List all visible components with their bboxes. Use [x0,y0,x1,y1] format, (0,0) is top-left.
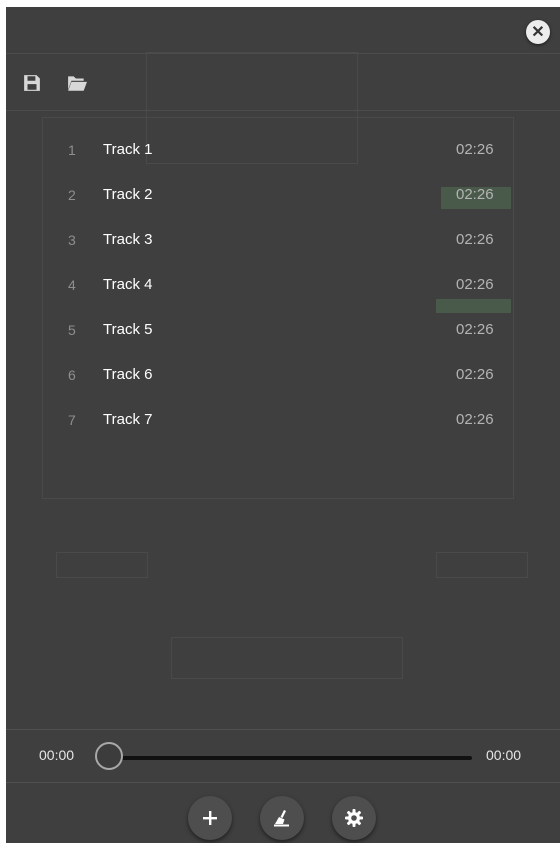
track-duration: 02:26 [456,366,494,383]
add-track-button[interactable] [188,796,232,840]
track-duration: 02:26 [456,321,494,338]
track-title: Track 4 [103,276,153,293]
current-time: 00:00 [39,747,75,763]
background-transport [171,637,403,679]
track-title: Track 5 [103,321,153,338]
track-row[interactable]: 1 Track 1 02:26 [6,134,560,170]
seek-handle[interactable] [95,742,123,770]
track-duration: 02:26 [456,276,494,293]
track-number: 3 [68,232,76,248]
track-number: 1 [68,142,76,158]
top-bar: ✕ [6,7,560,54]
track-duration: 02:26 [456,186,494,203]
track-duration: 02:26 [456,411,494,428]
track-title: Track 1 [103,141,153,158]
clear-playlist-button[interactable] [260,796,304,840]
close-icon: ✕ [531,24,545,41]
broom-icon [274,810,289,827]
playlist-toolbar [6,54,560,111]
plus-icon [203,811,217,825]
track-title: Track 6 [103,366,153,383]
track-title: Track 2 [103,186,153,203]
track-duration: 02:26 [456,141,494,158]
track-row[interactable]: 3 Track 3 02:26 [6,224,560,260]
track-number: 7 [68,412,76,428]
track-row[interactable]: 7 Track 7 02:26 [6,404,560,440]
save-icon [24,75,40,91]
close-button[interactable]: ✕ [526,20,550,44]
track-number: 4 [68,277,76,293]
track-duration: 02:26 [456,231,494,248]
settings-button[interactable] [332,796,376,840]
background-panel [42,117,514,499]
track-row[interactable]: 2 Track 2 02:26 [6,179,560,215]
gear-icon [345,809,363,827]
folder-open-icon [68,76,87,91]
total-time: 00:00 [486,747,522,763]
save-button[interactable] [23,74,43,94]
track-row[interactable]: 4 Track 4 02:26 [6,269,560,305]
track-number: 2 [68,187,76,203]
background-button [436,552,528,578]
open-button[interactable] [67,74,87,94]
track-number: 6 [68,367,76,383]
track-title: Track 3 [103,231,153,248]
playlist-panel: ✕ 1 Track 1 02:26 2 Track 2 02:26 3 Trac… [6,7,560,843]
background-button [56,552,148,578]
track-title: Track 7 [103,411,153,428]
seek-slider[interactable] [102,756,472,760]
track-number: 5 [68,322,76,338]
track-row[interactable]: 5 Track 5 02:26 [6,314,560,350]
seek-bar-area: 00:00 00:00 [6,729,560,783]
track-row[interactable]: 6 Track 6 02:26 [6,359,560,395]
